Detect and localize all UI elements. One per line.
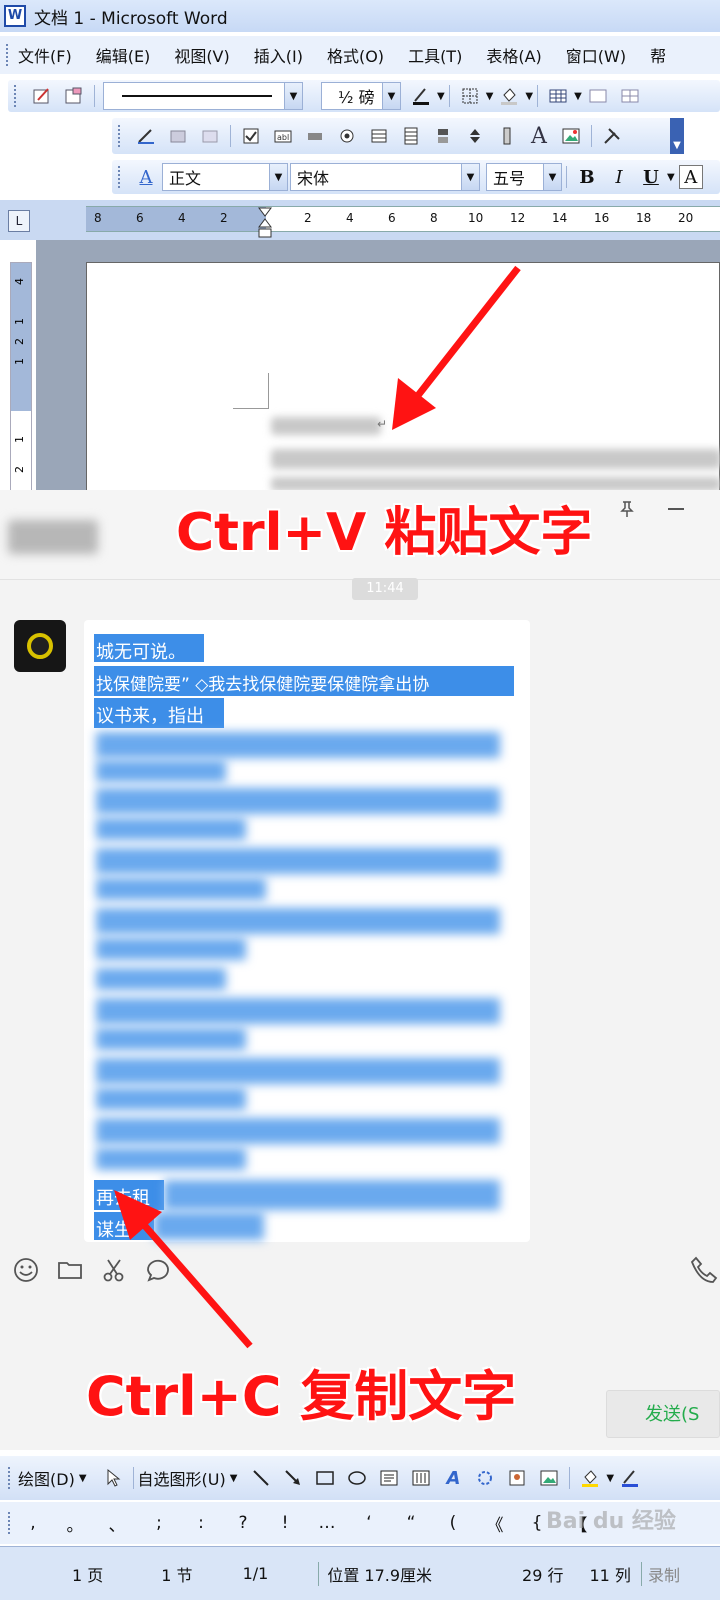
status-record[interactable]: 录制 [640, 1561, 680, 1586]
chevron-down-icon[interactable]: ▼ [79, 1473, 87, 1484]
symbol-paren[interactable]: ( [432, 1513, 474, 1533]
symbol-colon[interactable]: : [180, 1513, 222, 1533]
textbox-tool-icon[interactable] [377, 1466, 401, 1490]
chevron-down-icon[interactable]: ▼ [606, 1473, 614, 1484]
copy-instruction: Ctrl+C 复制文字 [86, 1365, 517, 1428]
status-pages: 1/1 [242, 1564, 269, 1583]
fill-color-icon[interactable] [578, 1466, 602, 1490]
symbol-comma[interactable]: , [12, 1513, 54, 1533]
copy-arrow-icon [114, 1190, 253, 1349]
status-page: 1 页 [72, 1565, 104, 1585]
autoshapes-menu-button[interactable]: 自选图形(U) [138, 1466, 226, 1490]
oval-tool-icon[interactable] [345, 1466, 369, 1490]
paste-arrow-icon [392, 265, 521, 430]
rectangle-tool-icon[interactable] [313, 1466, 337, 1490]
symbol-ellipsis[interactable]: … [306, 1513, 348, 1533]
vertical-textbox-icon[interactable] [409, 1466, 433, 1490]
symbol-question[interactable]: ? [222, 1513, 264, 1533]
clipart-icon[interactable] [505, 1466, 529, 1490]
line-tool-icon[interactable] [249, 1466, 273, 1490]
wordart-icon[interactable]: A [441, 1466, 465, 1490]
baidu-watermark: Bai du 经验 [546, 1509, 676, 1534]
line-color-icon[interactable] [618, 1466, 642, 1490]
chevron-down-icon[interactable]: ▼ [230, 1473, 238, 1484]
symbol-semicolon[interactable]: ; [138, 1513, 180, 1533]
status-column: 11 列 [589, 1565, 631, 1585]
insert-picture-icon[interactable] [537, 1466, 561, 1490]
symbol-exclaim[interactable]: ! [264, 1513, 306, 1533]
symbol-double-quote[interactable]: “ [390, 1513, 432, 1533]
draw-menu-button[interactable]: 绘图(D) [18, 1466, 75, 1490]
symbol-period[interactable]: 。 [54, 1511, 96, 1536]
status-section: 1 节 [161, 1565, 193, 1585]
select-objects-icon[interactable] [101, 1466, 125, 1490]
status-line: 29 行 [522, 1565, 564, 1585]
paste-instruction: Ctrl+V 粘贴文字 [176, 503, 593, 563]
diagram-icon[interactable] [473, 1466, 497, 1490]
arrow-tool-icon[interactable] [281, 1466, 305, 1490]
symbol-single-quote[interactable]: ‘ [348, 1513, 390, 1533]
toolbar-grip[interactable] [8, 1467, 12, 1489]
status-position: 位置 17.9厘米 [318, 1561, 432, 1586]
symbol-book-title[interactable]: 《 [474, 1511, 516, 1536]
symbol-enum-comma[interactable]: 、 [96, 1511, 138, 1536]
status-bar: 1 页 1 节 1/1 位置 17.9厘米 29 行 11 列 录制 [0, 1546, 720, 1600]
